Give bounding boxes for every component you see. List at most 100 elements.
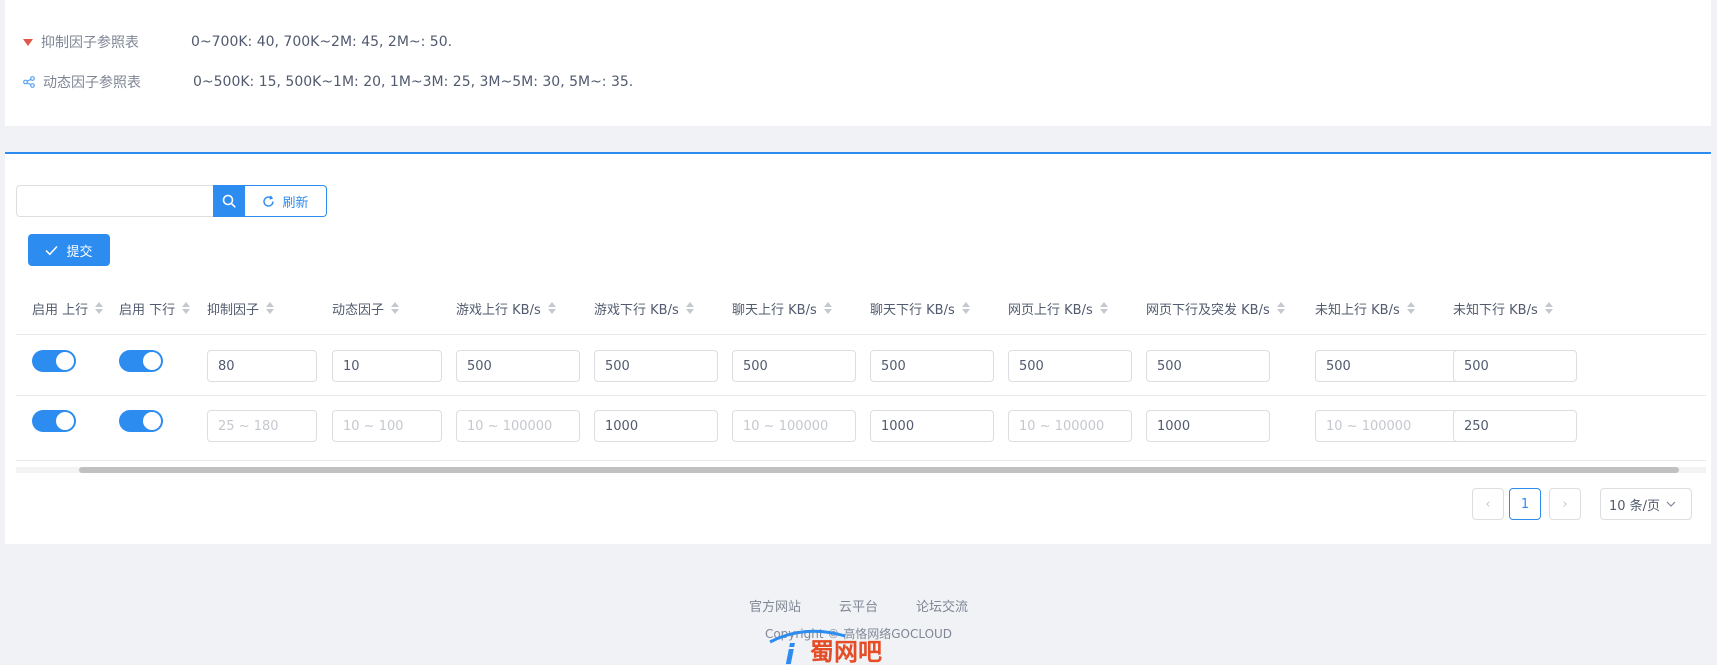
column-header-game-up[interactable]: 游戏上行 KB/s <box>456 281 556 335</box>
column-header-label: 未知下行 KB/s <box>1453 302 1538 318</box>
search-bar: 刷新 <box>16 185 327 217</box>
dynamic-factor-input[interactable] <box>332 350 442 382</box>
table-row <box>16 336 1706 396</box>
column-header-game-down[interactable]: 游戏下行 KB/s <box>594 281 694 335</box>
web-down-burst-input[interactable] <box>1146 350 1270 382</box>
ref-label: 抑制因子参照表 <box>41 35 139 51</box>
ref-row-dynamic: 动态因子参照表 0~500K: 15, 500K~1M: 20, 1M~3M: … <box>23 72 633 92</box>
chat-up-input[interactable] <box>732 410 856 442</box>
sort-icon[interactable] <box>1099 302 1108 314</box>
page-size-select[interactable]: 10 条/页 <box>1600 488 1692 520</box>
chat-down-input[interactable] <box>870 350 994 382</box>
sort-icon[interactable] <box>95 302 104 314</box>
sort-icon[interactable] <box>182 302 191 314</box>
column-header-label: 启用 下行 <box>119 302 176 318</box>
column-header-label: 抑制因子 <box>207 302 260 318</box>
sort-icon[interactable] <box>547 302 556 314</box>
web-down-burst-input[interactable] <box>1146 410 1270 442</box>
unknown-up-input[interactable] <box>1315 350 1471 382</box>
column-header-web-down-burst[interactable]: 网页下行及突发 KB/s <box>1146 281 1285 335</box>
table-row <box>16 396 1706 461</box>
horizontal-scrollbar[interactable] <box>16 467 1706 473</box>
enable-download-switch[interactable] <box>119 410 163 432</box>
next-page-button[interactable]: › <box>1549 488 1581 520</box>
column-header-enable-up[interactable]: 启用 上行 <box>32 281 104 335</box>
submit-label: 提交 <box>66 244 93 260</box>
search-icon <box>222 194 236 208</box>
switch-knob <box>56 352 74 370</box>
chat-up-input[interactable] <box>732 350 856 382</box>
page-number-button[interactable]: 1 <box>1509 488 1541 520</box>
sort-icon[interactable] <box>685 302 694 314</box>
share-icon <box>23 76 35 88</box>
switch-knob <box>143 352 161 370</box>
ref-row-suppression: 抑制因子参照表 0~700K: 40, 700K~2M: 45, 2M~: 50… <box>23 32 452 52</box>
web-up-input[interactable] <box>1008 410 1132 442</box>
column-header-label: 聊天上行 KB/s <box>732 302 817 318</box>
enable-upload-switch[interactable] <box>32 410 76 432</box>
unknown-up-input[interactable] <box>1315 410 1471 442</box>
watermark-logo: i 蜀网吧 <box>769 629 882 665</box>
suppression-factor-input[interactable] <box>207 350 317 382</box>
column-header-label: 游戏上行 KB/s <box>456 302 541 318</box>
chevron-down-icon <box>1666 501 1676 507</box>
qos-table: 启用 上行 启用 下行 抑制因子 动态因子 游戏上行 KB/s 游戏下行 KB/s 聊天上行… <box>16 281 1706 476</box>
checkmark-icon <box>45 245 59 255</box>
column-header-dynamic-factor[interactable]: 动态因子 <box>332 281 400 335</box>
ref-value: 0~500K: 15, 500K~1M: 20, 1M~3M: 25, 3M~5… <box>193 74 634 90</box>
reference-card: 抑制因子参照表 0~700K: 40, 700K~2M: 45, 2M~: 50… <box>5 0 1711 126</box>
column-header-label: 启用 上行 <box>32 302 89 318</box>
column-header-suppression-factor[interactable]: 抑制因子 <box>207 281 275 335</box>
qos-table-card: 刷新 提交 启用 上行 启用 下行 抑制因子 动态因子 游戏上行 KB/s 游戏下行 KB… <box>5 152 1711 544</box>
prev-page-button[interactable]: ‹ <box>1472 488 1504 520</box>
web-up-input[interactable] <box>1008 350 1132 382</box>
switch-knob <box>56 412 74 430</box>
refresh-button[interactable]: 刷新 <box>245 185 327 217</box>
column-header-web-up[interactable]: 网页上行 KB/s <box>1008 281 1108 335</box>
svg-text:i: i <box>785 638 795 665</box>
game-down-input[interactable] <box>594 350 718 382</box>
unknown-down-input[interactable] <box>1453 350 1577 382</box>
dynamic-factor-input[interactable] <box>332 410 442 442</box>
column-header-label: 动态因子 <box>332 302 385 318</box>
sort-icon[interactable] <box>961 302 970 314</box>
ref-label: 动态因子参照表 <box>43 75 141 91</box>
footer-link-cloud-platform[interactable]: 云平台 <box>839 596 878 615</box>
sort-icon[interactable] <box>1544 302 1553 314</box>
game-up-input[interactable] <box>456 410 580 442</box>
sort-icon[interactable] <box>1276 302 1285 314</box>
sort-icon[interactable] <box>1406 302 1415 314</box>
svg-text:蜀网吧: 蜀网吧 <box>810 638 882 665</box>
unknown-down-input[interactable] <box>1453 410 1577 442</box>
sort-icon[interactable] <box>391 302 400 314</box>
sort-icon[interactable] <box>266 302 275 314</box>
page-size-value: 10 条/页 <box>1609 498 1661 514</box>
column-header-label: 游戏下行 KB/s <box>594 302 679 318</box>
footer-link-official-site[interactable]: 官方网站 <box>749 596 801 615</box>
column-header-chat-down[interactable]: 聊天下行 KB/s <box>870 281 970 335</box>
sort-icon[interactable] <box>823 302 832 314</box>
column-header-chat-up[interactable]: 聊天上行 KB/s <box>732 281 832 335</box>
chat-down-input[interactable] <box>870 410 994 442</box>
footer-links: 官方网站 云平台 论坛交流 <box>0 596 1717 615</box>
submit-button[interactable]: 提交 <box>28 234 110 266</box>
table-header: 启用 上行 启用 下行 抑制因子 动态因子 游戏上行 KB/s 游戏下行 KB/s 聊天上行… <box>16 281 1706 335</box>
column-header-enable-down[interactable]: 启用 下行 <box>119 281 191 335</box>
footer-link-forum[interactable]: 论坛交流 <box>916 596 968 615</box>
pagination: ‹ 1 › <box>1472 488 1581 520</box>
refresh-icon <box>263 195 275 207</box>
scrollbar-thumb[interactable] <box>79 467 1679 473</box>
refresh-label: 刷新 <box>282 195 309 211</box>
switch-knob <box>143 412 161 430</box>
column-header-unknown-up[interactable]: 未知上行 KB/s <box>1315 281 1415 335</box>
triangle-down-icon <box>23 38 33 46</box>
enable-download-switch[interactable] <box>119 350 163 372</box>
search-button[interactable] <box>213 185 245 217</box>
search-input[interactable] <box>16 185 213 217</box>
column-header-unknown-down[interactable]: 未知下行 KB/s <box>1453 281 1553 335</box>
enable-upload-switch[interactable] <box>32 350 76 372</box>
game-down-input[interactable] <box>594 410 718 442</box>
column-header-label: 网页下行及突发 KB/s <box>1146 302 1270 318</box>
game-up-input[interactable] <box>456 350 580 382</box>
suppression-factor-input[interactable] <box>207 410 317 442</box>
